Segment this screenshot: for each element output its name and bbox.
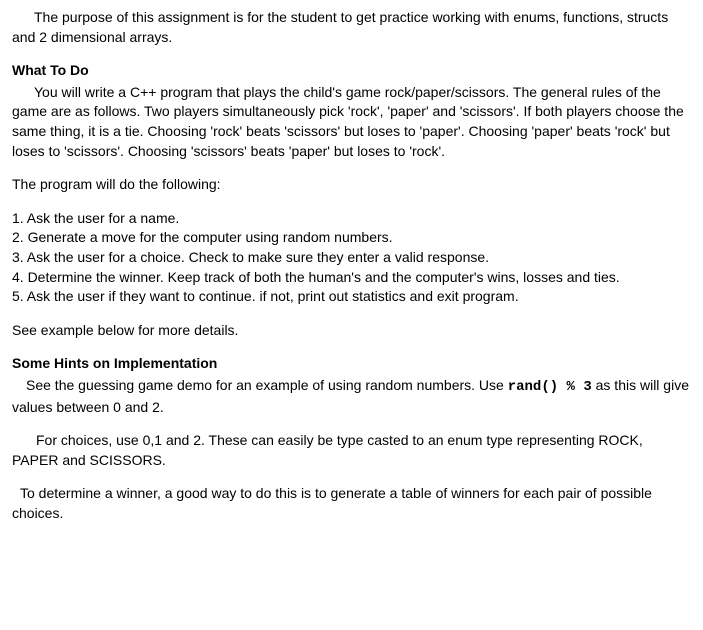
hint-rand-text-a: See the guessing game demo for an exampl… — [26, 377, 508, 393]
what-to-do-text: You will write a C++ program that plays … — [12, 84, 684, 159]
steps-list: 1. Ask the user for a name. 2. Generate … — [12, 209, 691, 307]
step-1: 1. Ask the user for a name. — [12, 209, 691, 229]
section-heading-hints: Some Hints on Implementation — [12, 354, 691, 374]
hint-rand: See the guessing game demo for an exampl… — [12, 376, 691, 417]
what-to-do-description: You will write a C++ program that plays … — [12, 83, 691, 161]
hint-winner-table: To determine a winner, a good way to do … — [12, 484, 691, 523]
see-example-note: See example below for more details. — [12, 321, 691, 341]
step-5: 5. Ask the user if they want to continue… — [12, 287, 691, 307]
intro-paragraph: The purpose of this assignment is for th… — [12, 8, 691, 47]
code-rand-expression: rand() % 3 — [508, 379, 592, 395]
step-3: 3. Ask the user for a choice. Check to m… — [12, 248, 691, 268]
program-will-do-intro: The program will do the following: — [12, 175, 691, 195]
step-2: 2. Generate a move for the computer usin… — [12, 228, 691, 248]
step-4: 4. Determine the winner. Keep track of b… — [12, 268, 691, 288]
section-heading-what-to-do: What To Do — [12, 61, 691, 81]
hint-choices: For choices, use 0,1 and 2. These can ea… — [12, 431, 691, 470]
